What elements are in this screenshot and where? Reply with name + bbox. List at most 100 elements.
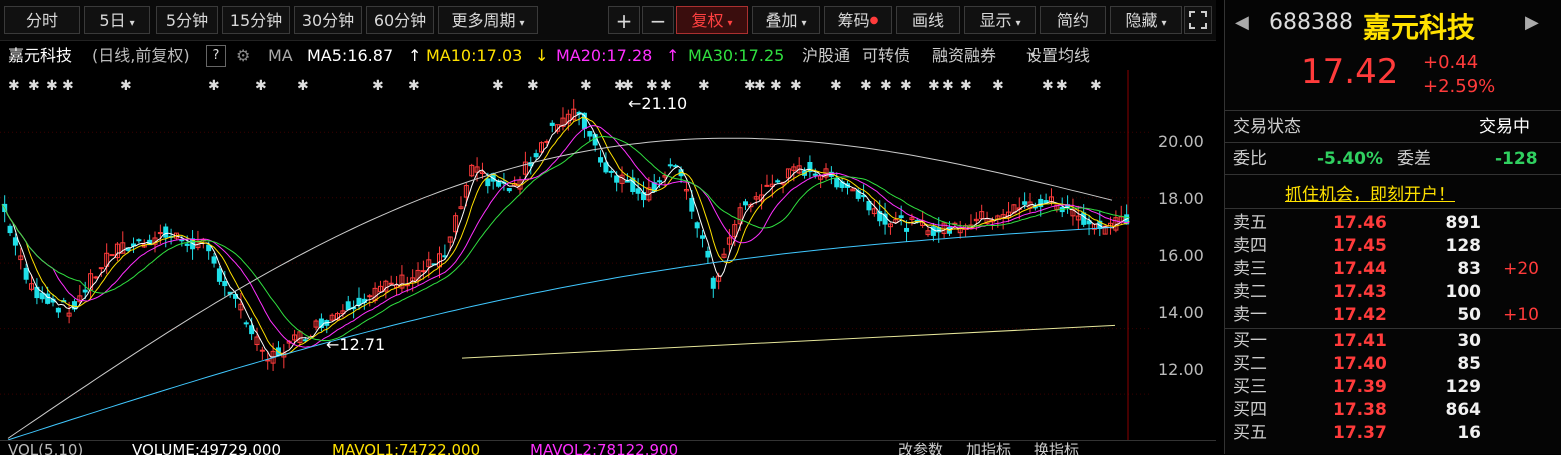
ma-label: MA — [268, 46, 293, 65]
event-star-icon: ✱ — [790, 78, 802, 94]
chevron-down-icon: ▾ — [801, 18, 807, 29]
candle-body — [1022, 201, 1028, 205]
link-add-indicator[interactable]: 加指标 — [966, 441, 1011, 455]
stock-info-bar: 嘉元科技 (日线,前复权) ? ⚙ MA MA5:16.87 ↑ MA10:17… — [0, 42, 1216, 70]
kline-chart[interactable]: ✱ ✱ ✱ ✱ ✱ ✱ ✱ ✱ ✱ ✱ ✱ ✱ ✱ ✱ ✱ ✱ ✱ ✱ ✱ ✱ ✱ ✱ ✱ ✱ ✱ ✱ ✱ ✱ ✱ ✱ ✱ ✱ ✱ 20.00 … — [0, 70, 1216, 440]
volume-value: VOLUME:49729.000 — [132, 441, 281, 455]
sell-price: 17.43 — [1333, 282, 1387, 302]
gear-icon[interactable]: ⚙ — [236, 42, 250, 70]
sell-row[interactable]: 卖三 17.44 83 +20 — [1233, 258, 1553, 280]
candle-body — [635, 188, 641, 194]
plus-icon: + — [615, 9, 633, 33]
buy-row[interactable]: 买二 17.40 85 — [1233, 353, 1553, 375]
ma10-value: MA10:17.03 — [426, 46, 523, 65]
help-button[interactable]: ? — [206, 45, 226, 67]
event-star-icon: ✱ — [580, 78, 592, 94]
ma30-value: MA30:17.25 — [688, 46, 785, 65]
zoom-out-button[interactable]: − — [642, 6, 674, 34]
set-ma-label: 设置均线 — [1026, 46, 1091, 65]
link-switch-indicator[interactable]: 换指标 — [1034, 441, 1079, 455]
zoom-in-button[interactable]: + — [608, 6, 640, 34]
event-star-icon: ✱ — [372, 78, 384, 94]
mavol1-value: MAVOL1:74722.000 — [332, 441, 481, 455]
event-star-icon: ✱ — [208, 78, 220, 94]
tab-60min[interactable]: 60分钟 — [366, 6, 434, 34]
candle-body — [657, 180, 663, 183]
sell-volume: 891 — [1445, 213, 1482, 233]
candle-body — [302, 339, 308, 342]
buy-row[interactable]: 买四 17.38 864 — [1233, 399, 1553, 421]
tab-more-periods[interactable]: 更多周期 ▾ — [438, 6, 538, 34]
fullscreen-button[interactable] — [1184, 6, 1212, 34]
tab-5day[interactable]: 5日 ▾ — [84, 6, 150, 34]
next-stock-button[interactable]: ▶ — [1525, 12, 1539, 33]
draw-line-button[interactable]: 画线 — [896, 6, 960, 34]
weicha-label: 委差 — [1397, 149, 1431, 169]
event-star-icon: ✱ — [120, 78, 132, 94]
link-hugutong[interactable]: 沪股通 — [802, 42, 851, 70]
tab-15min[interactable]: 15分钟 — [222, 6, 290, 34]
fuquan-button[interactable]: 复权 ▾ — [676, 6, 748, 34]
y-tick-label: 16.00 — [1158, 246, 1204, 265]
triangle-right-icon: ▶ — [1525, 12, 1539, 33]
candle-body — [898, 215, 904, 219]
event-star-icon: ✱ — [1042, 78, 1054, 94]
link-change-params[interactable]: 改参数 — [898, 441, 943, 455]
candle-body — [624, 180, 630, 183]
candle-body — [904, 227, 910, 232]
chevron-down-icon: ▾ — [1015, 18, 1021, 29]
event-star-icon: ✱ — [62, 78, 74, 94]
sell-price: 17.46 — [1333, 213, 1387, 233]
sell-row[interactable]: 卖一 17.42 50 +10 — [1233, 304, 1553, 326]
chart-mode: (日线,前复权) — [92, 46, 190, 65]
buy-row[interactable]: 买三 17.39 129 — [1233, 376, 1553, 398]
buy-row[interactable]: 买五 17.37 16 — [1233, 422, 1553, 444]
chevron-down-icon: ▾ — [1161, 18, 1167, 29]
chevron-down-icon: ▾ — [727, 18, 733, 29]
overlay-button[interactable]: 叠加 ▾ — [752, 6, 820, 34]
link-convertible[interactable]: 可转债 — [862, 42, 910, 70]
quote-panel: ◀ 688388 嘉元科技 ▶ 17.42 +0.44 +2.59% 交易状态 … — [1224, 0, 1561, 454]
tab-5min[interactable]: 5分钟 — [156, 6, 218, 34]
ma250-line — [461, 324, 1116, 359]
event-star-icon: ✱ — [255, 78, 267, 94]
sell-volume: 83 — [1457, 259, 1481, 279]
candle-body — [614, 175, 620, 183]
link-margin[interactable]: 融资融券 — [932, 42, 996, 70]
sell-row[interactable]: 卖二 17.43 100 — [1233, 281, 1553, 303]
sell-row[interactable]: 卖四 17.45 128 — [1233, 235, 1553, 257]
candle-body — [485, 178, 491, 187]
stock-name: 嘉元科技 — [8, 46, 73, 65]
sell-volume: 128 — [1445, 236, 1482, 256]
promo-link[interactable]: 抓住机会，即刻开户！ — [1285, 180, 1455, 205]
tab-5day-label: 5日 — [99, 11, 126, 30]
event-star-icon: ✱ — [622, 78, 634, 94]
arrow-down-icon: ↓ — [535, 46, 549, 65]
candle-body — [93, 276, 99, 279]
sell-level-label: 卖三 — [1233, 259, 1267, 279]
tab-30min[interactable]: 30分钟 — [294, 6, 362, 34]
simple-button[interactable]: 简约 — [1040, 6, 1106, 34]
candle-body — [667, 164, 673, 167]
hide-button[interactable]: 隐藏 ▾ — [1110, 6, 1182, 34]
event-star-icon: ✱ — [928, 78, 940, 94]
candle-body — [243, 322, 249, 325]
weibi-label: 委比 — [1233, 149, 1267, 169]
chips-button[interactable]: 筹码● — [824, 6, 892, 34]
sell-price: 17.44 — [1333, 259, 1387, 279]
tab-fenshi[interactable]: 分时 — [4, 6, 80, 34]
candle-body — [222, 281, 228, 287]
event-star-icon: ✱ — [46, 78, 58, 94]
sell-row[interactable]: 卖五 17.46 891 — [1233, 212, 1553, 234]
candle-body — [420, 270, 426, 273]
chevron-down-icon: ▾ — [519, 18, 525, 29]
display-button[interactable]: 显示 ▾ — [964, 6, 1036, 34]
candle-body — [109, 254, 115, 257]
prev-stock-button[interactable]: ◀ — [1235, 12, 1249, 33]
buy-row[interactable]: 买一 17.41 30 — [1233, 330, 1553, 352]
chips-label: 筹码 — [837, 11, 870, 30]
sell-price: 17.42 — [1333, 305, 1387, 325]
candle-body — [23, 267, 29, 280]
chevron-down-icon: ▾ — [1030, 50, 1036, 61]
buy-level-label: 买三 — [1233, 377, 1267, 397]
